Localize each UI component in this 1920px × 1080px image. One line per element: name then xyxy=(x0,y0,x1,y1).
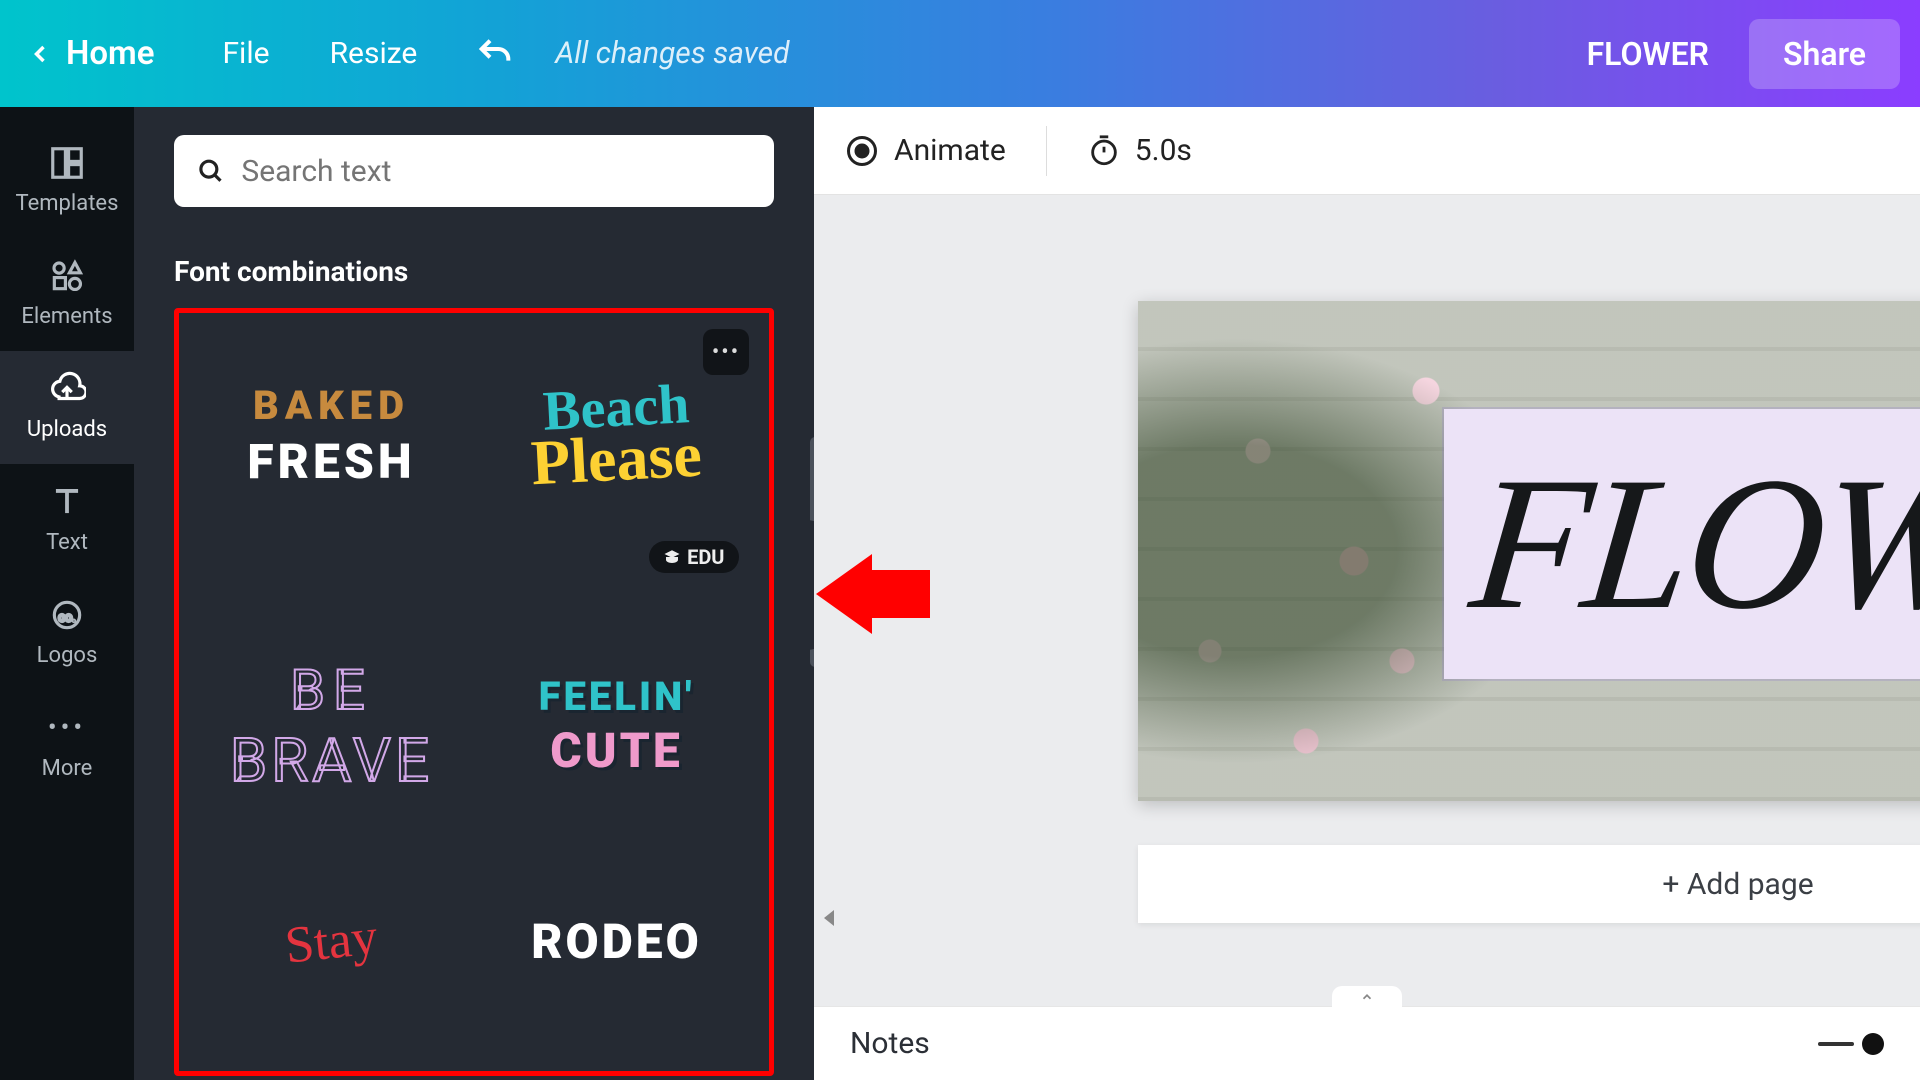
side-rail: Templates Elements Uploads Text co. Logo… xyxy=(0,107,134,1080)
undo-icon[interactable] xyxy=(475,34,515,74)
combo-text: Stay xyxy=(282,907,380,975)
font-combinations-grid: ••• BAKED FRESH Beach Please EDU BE BRAV… xyxy=(174,308,774,1076)
rail-label: Logos xyxy=(37,643,98,668)
combo-text: BAKED xyxy=(253,382,410,429)
notes-label: Notes xyxy=(850,1026,930,1061)
edu-icon xyxy=(663,548,681,566)
combo-text: Please xyxy=(529,418,703,501)
duration-button[interactable]: 5.0s xyxy=(1087,133,1192,168)
canvas-text: FLOWER xyxy=(1463,435,1920,653)
rail-templates[interactable]: Templates xyxy=(0,125,134,238)
search-box[interactable] xyxy=(174,135,774,207)
svg-text:co.: co. xyxy=(58,610,75,625)
save-status: All changes saved xyxy=(555,36,789,71)
top-menu: File Resize xyxy=(222,36,417,71)
rail-label: Text xyxy=(46,530,88,555)
back-icon[interactable] xyxy=(20,40,60,68)
font-combo-baked-fresh[interactable]: BAKED FRESH xyxy=(202,331,462,541)
canvas-toolbar: Animate 5.0s xyxy=(814,107,1920,195)
add-page-button[interactable]: + Add page xyxy=(1138,845,1920,923)
zoom-slider[interactable] xyxy=(1818,1033,1884,1055)
combo-text: BRAVE xyxy=(230,725,433,796)
canvas-area: Animate 5.0s FLOWER + Add page Notes xyxy=(814,107,1920,1080)
document-name[interactable]: FLOWER xyxy=(1587,35,1709,73)
timer-icon xyxy=(1087,134,1121,168)
rail-uploads[interactable]: Uploads xyxy=(0,351,134,464)
home-button[interactable]: Home xyxy=(66,34,154,73)
search-icon xyxy=(196,155,225,187)
top-bar: Home File Resize All changes saved FLOWE… xyxy=(0,0,1920,107)
notes-bar[interactable]: Notes xyxy=(814,1006,1920,1080)
font-combo-stay[interactable]: Stay xyxy=(202,891,462,991)
font-combo-rodeo[interactable]: RODEO xyxy=(487,891,747,991)
design-page[interactable]: FLOWER xyxy=(1138,301,1920,801)
rail-logos[interactable]: co. Logos xyxy=(0,577,134,690)
logos-icon: co. xyxy=(48,595,86,635)
font-combo-beach-please[interactable]: Beach Please EDU xyxy=(487,331,747,541)
rail-label: Uploads xyxy=(27,417,107,442)
uploads-icon xyxy=(48,369,86,409)
page-nav-left-icon[interactable] xyxy=(824,910,834,926)
canvas-stage[interactable]: FLOWER + Add page xyxy=(814,195,1920,1006)
section-title: Font combinations xyxy=(174,255,774,288)
zoom-handle[interactable] xyxy=(1862,1033,1884,1055)
file-menu[interactable]: File xyxy=(222,36,269,71)
share-button[interactable]: Share xyxy=(1749,19,1900,89)
resize-menu[interactable]: Resize xyxy=(330,36,418,71)
combo-text: BE xyxy=(290,657,373,723)
elements-icon xyxy=(48,256,86,296)
combo-text: CUTE xyxy=(550,722,683,779)
templates-icon xyxy=(48,143,86,183)
font-combo-be-brave[interactable]: BE BRAVE xyxy=(202,621,462,831)
search-input[interactable] xyxy=(241,154,752,189)
more-icon: ••• xyxy=(48,708,86,748)
combo-text: FEELIN' xyxy=(539,673,695,720)
animate-button[interactable]: Animate xyxy=(844,133,1006,169)
text-icon xyxy=(48,482,86,522)
rail-elements[interactable]: Elements xyxy=(0,238,134,351)
rail-label: More xyxy=(42,756,93,781)
text-panel: Font combinations ••• BAKED FRESH Beach … xyxy=(134,107,814,1080)
zoom-track xyxy=(1818,1042,1854,1046)
combo-text: RODEO xyxy=(531,913,702,970)
rail-text[interactable]: Text xyxy=(0,464,134,577)
rail-more[interactable]: ••• More xyxy=(0,690,134,803)
font-combo-feelin-cute[interactable]: FEELIN' CUTE xyxy=(487,621,747,831)
edu-badge: EDU xyxy=(649,541,738,573)
rail-label: Templates xyxy=(16,191,119,216)
animate-icon xyxy=(844,133,880,169)
notes-expand-icon[interactable] xyxy=(1332,986,1402,1008)
text-element[interactable]: FLOWER xyxy=(1444,409,1920,679)
combo-text: FRESH xyxy=(247,433,415,490)
rail-label: Elements xyxy=(21,304,112,329)
